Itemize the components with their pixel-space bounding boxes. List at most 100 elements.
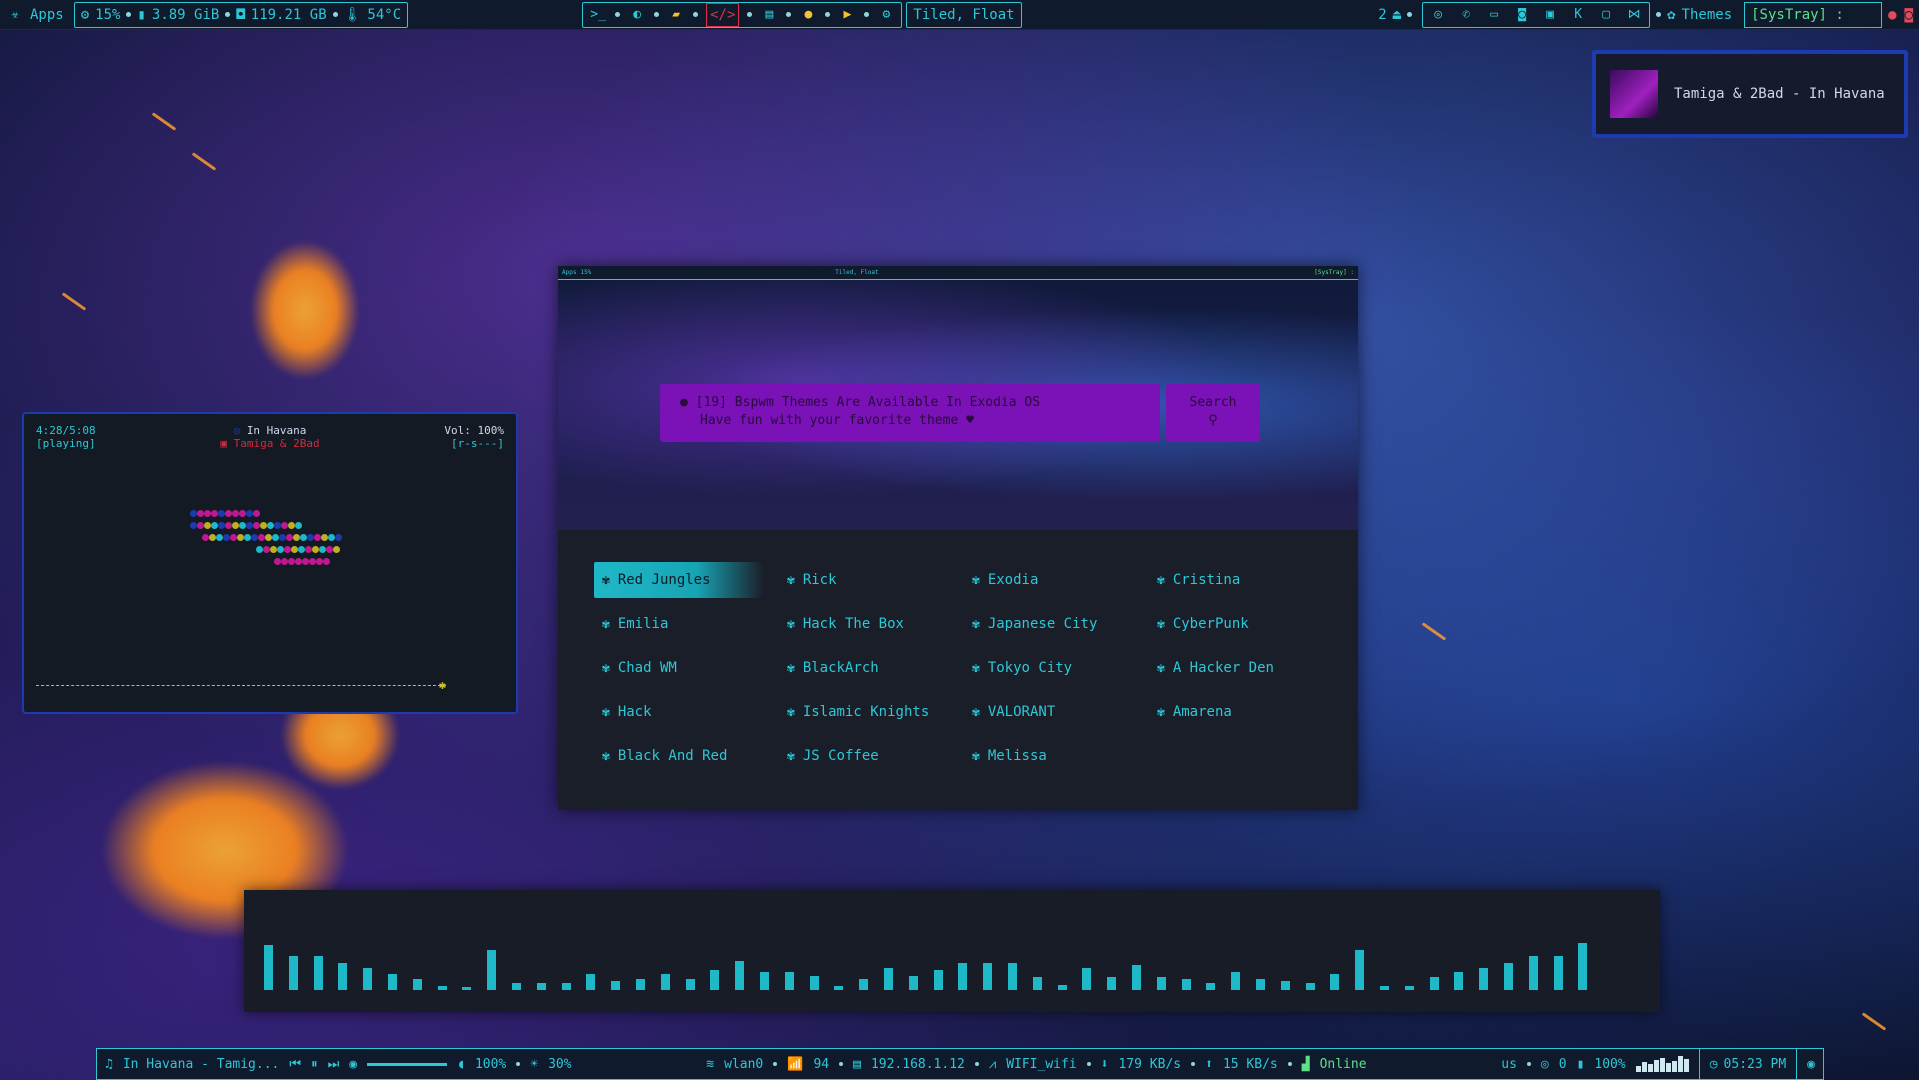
theme-item[interactable]: ✾ CyberPunk bbox=[1149, 606, 1334, 642]
chat-bubble-icon: ● bbox=[680, 395, 688, 410]
spark-decoration bbox=[151, 112, 177, 131]
volume-slider[interactable] bbox=[367, 1062, 448, 1066]
online-icon: ▟ bbox=[1301, 1056, 1310, 1072]
visualizer-bar bbox=[1553, 955, 1563, 990]
preview-bar: Apps 15% Tiled, Float [SysTray] : bbox=[558, 266, 1358, 280]
workspaces: >_ ◐ ▰ </> ▤ ● ▶ ⚙ bbox=[582, 1, 903, 28]
visualizer-dot bbox=[244, 534, 251, 541]
notes-icon[interactable]: ▣ bbox=[1541, 6, 1559, 24]
gear-icon[interactable]: ⚙ bbox=[877, 6, 895, 24]
clock[interactable]: ◷ 05:23 PM bbox=[1698, 1049, 1786, 1079]
github-notify-icon[interactable]: ◎ bbox=[1541, 1057, 1549, 1072]
kali-icon[interactable]: K bbox=[1569, 6, 1587, 24]
bottom-bar: ♫ In Havana - Tamig... ⏮ ⏸ ⏭ ◉ ◖ 100% ☀ … bbox=[96, 1048, 1824, 1080]
apps-launcher[interactable]: ☣ Apps bbox=[0, 6, 70, 24]
theme-item[interactable]: ✾ VALORANT bbox=[964, 694, 1149, 730]
github-icon[interactable]: ◎ bbox=[1429, 6, 1447, 24]
visualizer-dot bbox=[291, 546, 298, 553]
visualizer-bar bbox=[462, 987, 472, 990]
theme-item[interactable]: ✾ Islamic Knights bbox=[779, 694, 964, 730]
music-player-window[interactable]: 4:28/5:08 [playing] ◎ In Havana ▣ Tamiga… bbox=[22, 412, 518, 714]
discord-icon[interactable]: ◙ bbox=[1513, 6, 1531, 24]
folder-icon[interactable]: ▰ bbox=[667, 6, 685, 24]
terminal-icon[interactable]: >_ bbox=[589, 6, 607, 24]
bottom-now-playing[interactable]: In Havana - Tamig... bbox=[123, 1057, 280, 1072]
theme-item[interactable]: ✾ Cristina bbox=[1149, 562, 1334, 598]
theme-item[interactable]: ✾ BlackArch bbox=[779, 650, 964, 686]
pause-icon[interactable]: ⏸ bbox=[311, 1057, 318, 1072]
cpu-usage: 15% bbox=[95, 6, 121, 23]
visualizer-bar bbox=[338, 963, 348, 990]
layout-indicator[interactable]: Tiled, Float bbox=[906, 1, 1022, 28]
youtube-icon[interactable]: ▶ bbox=[838, 6, 856, 24]
theme-icon: ✾ bbox=[602, 704, 610, 720]
whatsapp-icon[interactable]: ✆ bbox=[1457, 6, 1475, 24]
visualizer-bar bbox=[412, 979, 422, 990]
theme-item[interactable]: ✾ Exodia bbox=[964, 562, 1149, 598]
volume-level: 100% bbox=[474, 1056, 507, 1072]
theme-item[interactable]: ✾ A Hacker Den bbox=[1149, 650, 1334, 686]
theme-item[interactable]: ✾ Black And Red bbox=[594, 738, 779, 774]
desktop-indicator[interactable]: 2 ⏏ bbox=[1372, 7, 1418, 23]
visualizer-dot bbox=[279, 534, 286, 541]
search-button[interactable]: Search ⚲ bbox=[1166, 384, 1260, 442]
signal-icon: 📶 bbox=[787, 1056, 804, 1072]
signal-strength: 94 bbox=[813, 1056, 830, 1072]
chat-icon[interactable]: ● bbox=[799, 6, 817, 24]
visualizer-bar bbox=[1132, 964, 1141, 990]
visualizer-dot bbox=[288, 558, 295, 565]
monitor-icon[interactable]: ▭ bbox=[1485, 6, 1503, 24]
visualizer-bar bbox=[264, 945, 273, 990]
keyboard-layout[interactable]: us bbox=[1501, 1057, 1517, 1072]
speaker-icon: ◖ bbox=[457, 1056, 465, 1072]
theme-item[interactable]: ✾ Japanese City bbox=[964, 606, 1149, 642]
theme-label: Amarena bbox=[1172, 704, 1232, 720]
cpu-icon: ⚙ bbox=[80, 6, 90, 23]
visualizer-bar bbox=[288, 955, 298, 990]
player-flags: [r-s---] bbox=[451, 437, 504, 450]
seek-bar[interactable] bbox=[36, 685, 446, 686]
theme-label: CyberPunk bbox=[1172, 616, 1249, 632]
discord-tray-icon[interactable]: ◙ bbox=[1905, 7, 1913, 23]
theme-item[interactable]: ✾ Emilia bbox=[594, 606, 779, 642]
visualizer-dot bbox=[328, 534, 335, 541]
player-right-info: Vol: 100% [r-s---] bbox=[444, 424, 504, 450]
theme-item[interactable]: ✾ JS Coffee bbox=[779, 738, 964, 774]
theme-item[interactable]: ✾ Hack bbox=[594, 694, 779, 730]
code-icon[interactable]: </> bbox=[706, 2, 740, 27]
visualizer-bar bbox=[1479, 967, 1489, 990]
theme-item[interactable]: ✾ Rick bbox=[779, 562, 964, 598]
theme-item[interactable]: ✾ Amarena bbox=[1149, 694, 1334, 730]
theme-label: Red Jungles bbox=[617, 572, 711, 588]
user-menu[interactable]: ◉ bbox=[1796, 1049, 1815, 1079]
browser-icon[interactable]: ◐ bbox=[628, 6, 646, 24]
theme-item[interactable]: ✾ Red Jungles bbox=[594, 562, 764, 598]
brightness-level[interactable]: 30% bbox=[548, 1057, 571, 1072]
theme-item[interactable]: ✾ Tokyo City bbox=[964, 650, 1149, 686]
theme-icon: ✾ bbox=[1157, 704, 1165, 720]
visualizer-dot bbox=[274, 558, 281, 565]
book-icon[interactable]: ▤ bbox=[760, 6, 778, 24]
separator-dot bbox=[974, 1062, 979, 1066]
theme-item[interactable]: ✾ Melissa bbox=[964, 738, 1149, 774]
spark-decoration bbox=[1861, 1012, 1887, 1031]
desktop-number: 2 bbox=[1378, 6, 1387, 23]
terminal-window-icon[interactable]: ▢ bbox=[1597, 6, 1615, 24]
previous-icon[interactable]: ⏮ bbox=[289, 1057, 301, 1072]
visualizer-bar bbox=[884, 967, 893, 990]
visualizer-dot bbox=[253, 522, 260, 529]
vscode-icon[interactable]: ⋈ bbox=[1625, 6, 1643, 24]
record-icon[interactable]: ● bbox=[1888, 7, 1896, 23]
visualizer-bar bbox=[660, 973, 670, 990]
next-icon[interactable]: ⏭ bbox=[328, 1057, 340, 1072]
volume-knob-icon[interactable]: ◉ bbox=[349, 1057, 357, 1072]
seek-marker[interactable]: ✱ bbox=[439, 678, 446, 692]
separator-dot bbox=[126, 12, 132, 17]
separator-dot bbox=[773, 1062, 778, 1066]
themes-launcher[interactable]: ✿ Themes bbox=[1650, 7, 1738, 23]
theme-item[interactable]: ✾ Chad WM bbox=[594, 650, 779, 686]
theme-item[interactable]: ✾ Hack The Box bbox=[779, 606, 964, 642]
visualizer-dot bbox=[232, 522, 239, 529]
now-playing-notification[interactable]: Tamiga & 2Bad - In Havana bbox=[1592, 50, 1908, 138]
artist-icon: ▣ bbox=[220, 437, 227, 450]
